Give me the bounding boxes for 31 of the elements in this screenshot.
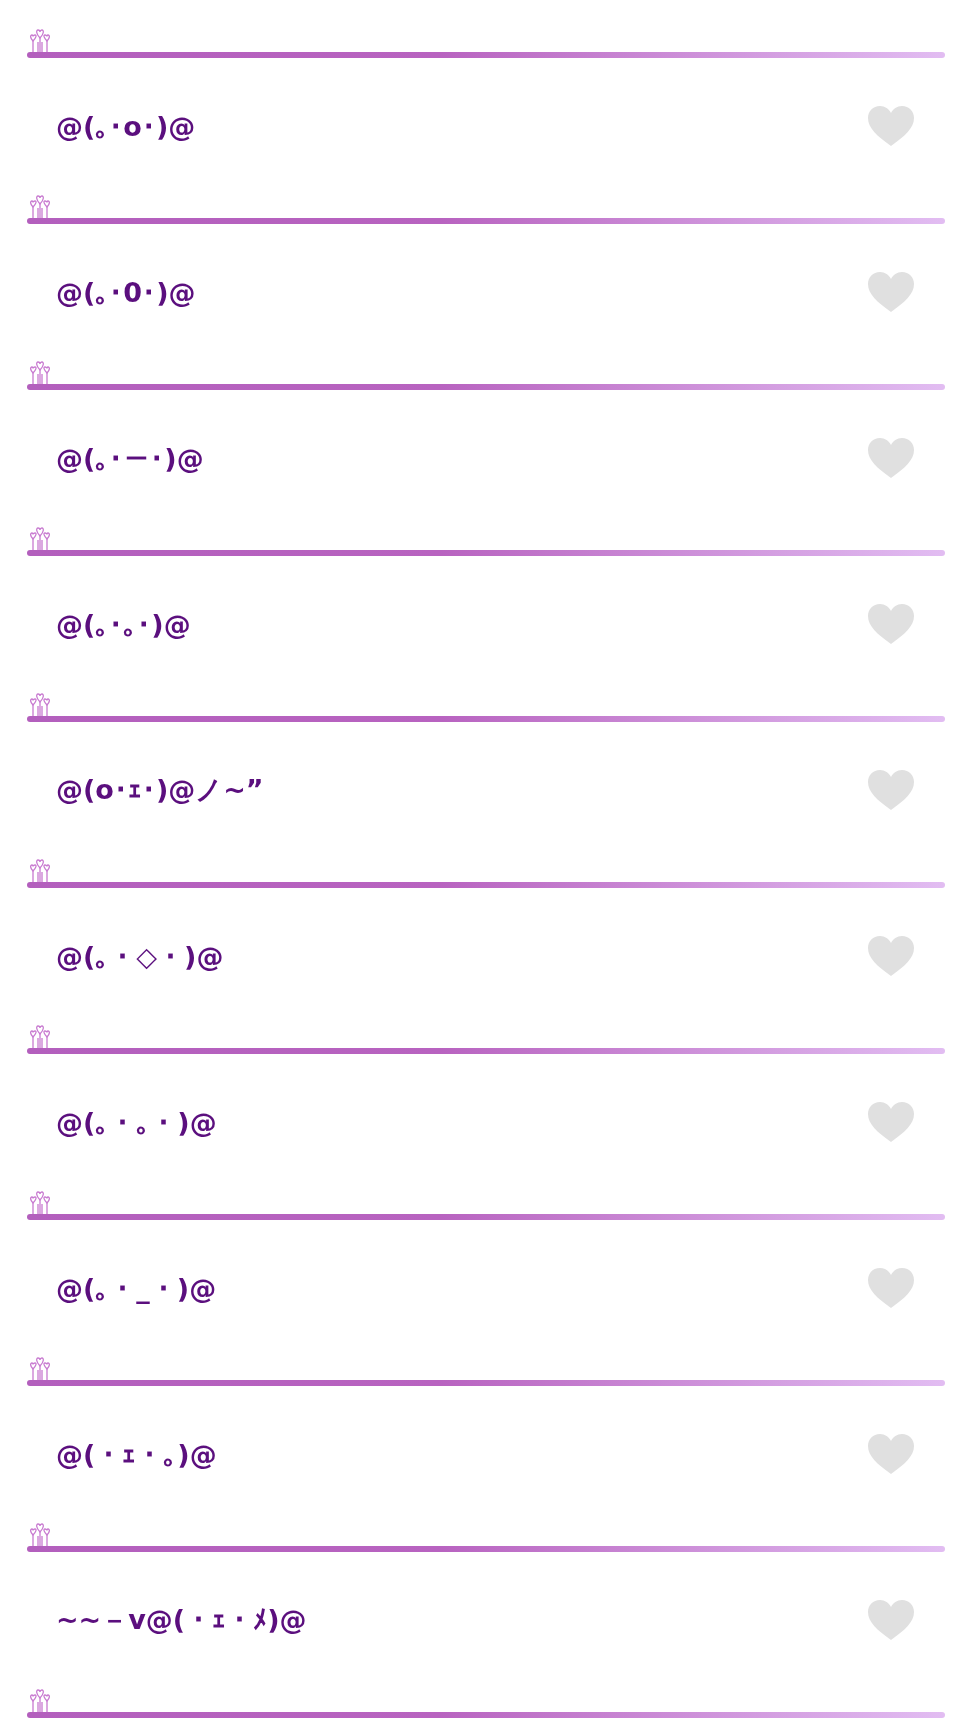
heart-icon[interactable] — [867, 935, 915, 977]
emoticon-text: ~~－v@(・ｪ・ﾒ)@ — [56, 1603, 307, 1637]
heart-flowers-icon — [27, 526, 53, 550]
heart-flowers-icon — [27, 194, 53, 218]
heart-icon[interactable] — [867, 105, 915, 147]
emoticon-text: @(｡・◇・)@ — [56, 940, 224, 972]
emoticon-text: @(・ｪ・｡)@ — [56, 1438, 217, 1470]
emoticon-text: @(｡･－･)@ — [56, 442, 204, 474]
heart-flowers-icon — [27, 1024, 53, 1048]
heart-icon[interactable] — [867, 1101, 915, 1143]
heart-flowers-icon — [27, 1190, 53, 1214]
heart-flowers-icon — [27, 360, 53, 384]
heart-icon[interactable] — [867, 769, 915, 811]
heart-flowers-icon — [27, 692, 53, 716]
emoticon-text: @(｡・_・)@ — [56, 1272, 217, 1304]
emoticon-text: @(｡･o･)@ — [56, 110, 196, 142]
emoticon-text: @(｡・｡・)@ — [56, 1106, 217, 1138]
heart-icon[interactable] — [867, 437, 915, 479]
emoticon-text: @(｡･｡･)@ — [56, 608, 191, 640]
heart-flowers-icon — [27, 1356, 53, 1380]
heart-flowers-icon — [27, 28, 53, 52]
heart-icon[interactable] — [867, 271, 915, 313]
heart-flowers-icon — [27, 1688, 53, 1712]
emoticon-text: @(｡･0･)@ — [56, 276, 196, 308]
heart-flowers-icon — [27, 858, 53, 882]
heart-icon[interactable] — [867, 1599, 915, 1641]
heart-flowers-icon — [27, 1522, 53, 1546]
heart-icon[interactable] — [867, 1267, 915, 1309]
heart-icon[interactable] — [867, 1433, 915, 1475]
emoticon-text: @(o･ｪ･)@ノ~” — [56, 773, 264, 807]
heart-icon[interactable] — [867, 603, 915, 645]
